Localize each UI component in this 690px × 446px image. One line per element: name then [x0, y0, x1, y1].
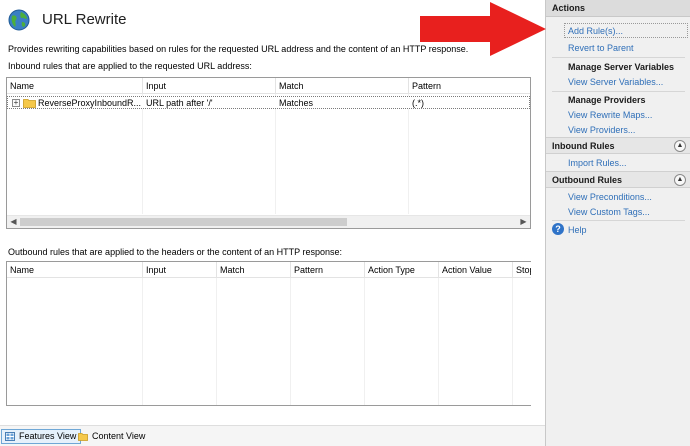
globe-icon	[8, 9, 30, 31]
scrollbar-thumb[interactable]	[20, 218, 347, 226]
collapse-icon[interactable]: ▲	[674, 140, 686, 152]
red-arrow-annotation	[420, 2, 546, 56]
column-divider	[290, 278, 291, 405]
column-header-match[interactable]: Match	[216, 262, 290, 278]
column-header-action-type[interactable]: Action Type	[364, 262, 438, 278]
features-view-tab[interactable]: Features View	[1, 429, 82, 444]
rule-input-cell: URL path after '/'	[146, 98, 213, 108]
column-header-pattern[interactable]: Pattern	[290, 262, 364, 278]
features-view-icon	[5, 432, 15, 441]
view-providers-link[interactable]: View Providers...	[568, 125, 635, 135]
inbound-rules-section[interactable]: Inbound Rules ▲	[546, 137, 690, 154]
column-divider	[142, 94, 143, 214]
help-link[interactable]: Help	[568, 225, 587, 235]
column-header-name[interactable]: Name	[7, 262, 142, 278]
content-view-label: Content View	[92, 431, 146, 441]
view-custom-tags-link[interactable]: View Custom Tags...	[568, 207, 650, 217]
inbound-rules-grid[interactable]: Name Input Match Pattern + ReverseProxyI…	[6, 77, 531, 229]
expand-icon[interactable]: +	[12, 99, 20, 107]
view-server-variables-link[interactable]: View Server Variables...	[568, 77, 663, 87]
table-row[interactable]: + ReverseProxyInboundR... URL path after…	[7, 96, 530, 109]
column-header-action-value[interactable]: Action Value	[438, 262, 512, 278]
column-header-match[interactable]: Match	[275, 78, 408, 94]
column-divider	[142, 278, 143, 405]
content-view-icon	[78, 433, 88, 441]
features-view-label: Features View	[19, 431, 77, 441]
add-rules-link[interactable]: Add Rule(s)...	[568, 26, 623, 36]
view-rewrite-maps-link[interactable]: View Rewrite Maps...	[568, 110, 652, 120]
rule-name-cell: ReverseProxyInboundR...	[38, 98, 142, 108]
actions-header: Actions	[546, 0, 690, 17]
separator	[552, 220, 685, 221]
inbound-grid-header: Name Input Match Pattern	[7, 78, 530, 94]
column-divider	[216, 278, 217, 405]
feature-description: Provides rewriting capabilities based on…	[8, 44, 469, 54]
outbound-rules-grid[interactable]: Name Input Match Pattern Action Type Act…	[6, 261, 531, 406]
column-divider	[408, 94, 409, 214]
separator	[552, 57, 685, 58]
outbound-rules-section[interactable]: Outbound Rules ▲	[546, 171, 690, 188]
inbound-rules-caption: Inbound rules that are applied to the re…	[8, 61, 252, 71]
column-divider	[512, 278, 513, 405]
actions-pane: Actions Add Rule(s)... Revert to Parent …	[545, 0, 690, 446]
outbound-grid-header: Name Input Match Pattern Action Type Act…	[7, 262, 531, 278]
help-icon[interactable]: ?	[552, 223, 564, 235]
column-header-stop[interactable]: Stop	[512, 262, 531, 278]
inbound-rules-section-label: Inbound Rules	[552, 141, 615, 151]
outbound-rules-section-label: Outbound Rules	[552, 175, 622, 185]
scroll-left-icon[interactable]: ◀	[7, 216, 20, 228]
rule-match-cell: Matches	[279, 98, 314, 108]
column-header-input[interactable]: Input	[142, 262, 216, 278]
column-header-pattern[interactable]: Pattern	[408, 78, 530, 94]
manage-server-variables-heading: Manage Server Variables	[568, 62, 675, 72]
rule-pattern-cell: (.*)	[412, 98, 424, 108]
column-divider	[275, 94, 276, 214]
scroll-right-icon[interactable]: ▶	[517, 216, 530, 228]
main-pane: URL Rewrite Provides rewriting capabilit…	[0, 0, 545, 425]
column-divider	[438, 278, 439, 405]
separator	[552, 91, 685, 92]
column-divider	[364, 278, 365, 405]
content-view-tab[interactable]: Content View	[74, 429, 150, 444]
outbound-rules-caption: Outbound rules that are applied to the h…	[8, 247, 343, 257]
view-preconditions-link[interactable]: View Preconditions...	[568, 192, 652, 202]
page-title: URL Rewrite	[42, 11, 127, 28]
manage-providers-heading: Manage Providers	[568, 95, 646, 105]
collapse-icon[interactable]: ▲	[674, 174, 686, 186]
import-rules-link[interactable]: Import Rules...	[568, 158, 627, 168]
view-tab-bar: Features View Content View	[0, 425, 545, 446]
column-header-input[interactable]: Input	[142, 78, 275, 94]
horizontal-scrollbar[interactable]: ◀ ▶	[7, 215, 530, 228]
column-header-name[interactable]: Name	[7, 78, 142, 94]
revert-to-parent-link[interactable]: Revert to Parent	[568, 43, 634, 53]
